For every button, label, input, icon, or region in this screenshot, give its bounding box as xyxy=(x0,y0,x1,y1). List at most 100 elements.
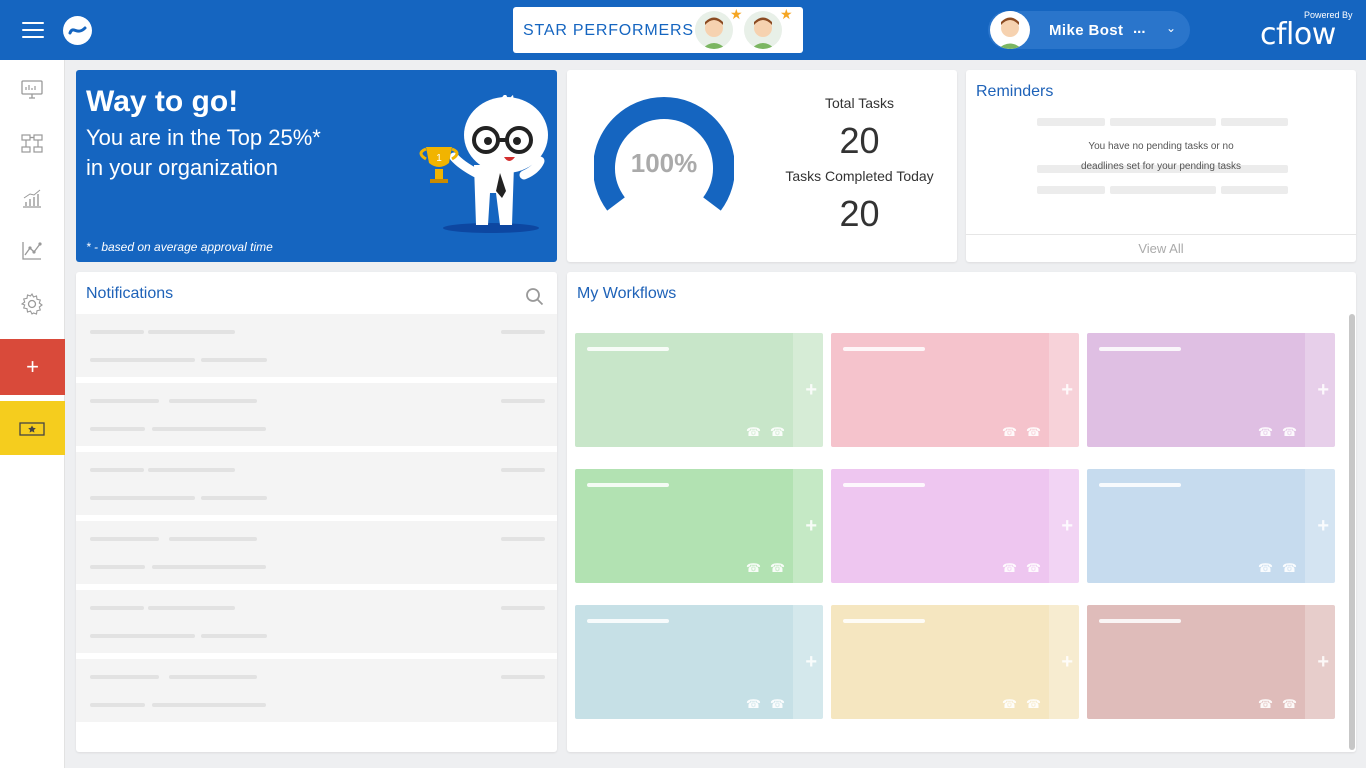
add-request-icon[interactable]: + xyxy=(805,379,817,402)
workflow-icon[interactable] xyxy=(20,132,44,156)
user-menu[interactable]: Mike Bost ... ⌄ xyxy=(988,11,1190,49)
skeleton-line xyxy=(148,468,235,472)
analytics-icon[interactable] xyxy=(20,238,44,262)
scrollbar[interactable] xyxy=(1349,314,1355,750)
add-request-icon[interactable]: + xyxy=(1061,515,1073,538)
reminders-empty-line2: deadlines set for your pending tasks xyxy=(1080,161,1242,172)
star-performers-widget[interactable]: STAR PERFORMERS ★ ★ xyxy=(513,7,803,53)
promo-card: Way to go! You are in the Top 25%* in yo… xyxy=(76,70,557,262)
phone-icon: ☎ xyxy=(770,697,785,711)
notification-item[interactable] xyxy=(76,521,557,584)
tasks-completed-value: 20 xyxy=(839,193,880,234)
workflow-tile[interactable]: + ☎ ☎ xyxy=(1087,333,1335,447)
star-performers-button[interactable] xyxy=(0,401,65,455)
notification-item[interactable] xyxy=(76,590,557,653)
notification-item[interactable] xyxy=(76,314,557,377)
tile-title-placeholder xyxy=(843,347,925,351)
skeleton-line xyxy=(1110,186,1216,194)
star-performer-avatar[interactable] xyxy=(695,11,733,49)
app-logo-icon[interactable] xyxy=(63,16,92,45)
chevron-down-icon[interactable]: ⌄ xyxy=(1166,21,1176,35)
skeleton-line xyxy=(1037,118,1105,126)
skeleton-line xyxy=(152,565,266,569)
workflow-tile[interactable]: + ☎ ☎ xyxy=(831,333,1079,447)
notification-item[interactable] xyxy=(76,659,557,722)
skeleton-line xyxy=(90,330,144,334)
skeleton-line xyxy=(90,399,159,403)
skeleton-line xyxy=(501,606,545,610)
total-tasks-value: 20 xyxy=(839,120,880,161)
phone-icon: ☎ xyxy=(1258,697,1273,711)
skeleton-line xyxy=(169,399,257,403)
workflow-tile[interactable]: + ☎ ☎ xyxy=(831,469,1079,583)
user-name: Mike Bost xyxy=(1049,22,1124,39)
workflow-tile[interactable]: + ☎ ☎ xyxy=(831,605,1079,719)
phone-icon: ☎ xyxy=(746,425,761,439)
search-icon[interactable] xyxy=(524,286,546,308)
add-button[interactable]: + xyxy=(0,339,65,395)
top-bar: STAR PERFORMERS ★ ★ Mike Bost ... ⌄ Powe… xyxy=(0,0,1366,60)
skeleton-line xyxy=(1110,118,1216,126)
skeleton-line xyxy=(501,330,545,334)
dashboard-icon[interactable] xyxy=(20,77,44,101)
svg-text:1: 1 xyxy=(436,153,442,164)
reminders-empty-line1: You have no pending tasks or no xyxy=(1088,141,1234,152)
skeleton-line xyxy=(90,565,145,569)
skeleton-line xyxy=(152,427,266,431)
reminders-card: Reminders You have no pending tasks or n… xyxy=(966,70,1356,262)
phone-icon: ☎ xyxy=(1026,425,1041,439)
tile-title-placeholder xyxy=(1099,619,1181,623)
brand-logo: cflow xyxy=(1260,17,1336,52)
skeleton-line xyxy=(90,606,144,610)
my-workflows-title: My Workflows xyxy=(577,285,677,302)
add-request-icon[interactable]: + xyxy=(1061,651,1073,674)
view-all-link[interactable]: View All xyxy=(966,234,1356,262)
notification-item[interactable] xyxy=(76,452,557,515)
tile-title-placeholder xyxy=(843,483,925,487)
notification-item[interactable] xyxy=(76,383,557,446)
star-performer-avatar[interactable] xyxy=(744,11,782,49)
menu-icon[interactable] xyxy=(22,22,44,38)
reminders-title: Reminders xyxy=(976,83,1054,100)
promo-org-text: in your organization xyxy=(86,155,279,180)
workflow-tile[interactable]: + ☎ ☎ xyxy=(575,605,823,719)
phone-icon: ☎ xyxy=(1282,561,1297,575)
skeleton-line xyxy=(90,634,195,638)
total-tasks-label: Total Tasks xyxy=(825,95,894,111)
add-request-icon[interactable]: + xyxy=(1317,651,1329,674)
phone-icon: ☎ xyxy=(1026,697,1041,711)
skeleton-line xyxy=(152,703,266,707)
skeleton-line xyxy=(90,427,145,431)
phone-icon: ☎ xyxy=(1282,425,1297,439)
skeleton-line xyxy=(169,537,257,541)
notifications-card: Notifications xyxy=(76,272,557,752)
promo-footnote: * - based on average approval time xyxy=(86,240,273,254)
add-request-icon[interactable]: + xyxy=(805,651,817,674)
my-workflows-card: My Workflows + ☎ ☎ + ☎ ☎ + ☎ ☎ + ☎ ☎ + ☎ ☎ + ☎ ☎ + ☎ ☎ + ☎ ☎ + ☎ ☎ xyxy=(567,272,1356,752)
add-request-icon[interactable]: + xyxy=(1061,379,1073,402)
reports-icon[interactable] xyxy=(20,186,44,210)
add-request-icon[interactable]: + xyxy=(1317,515,1329,538)
star-icon: ★ xyxy=(730,6,743,22)
workflow-tile[interactable]: + ☎ ☎ xyxy=(1087,605,1335,719)
workflow-tile[interactable]: + ☎ ☎ xyxy=(575,469,823,583)
skeleton-line xyxy=(1037,186,1105,194)
add-request-icon[interactable]: + xyxy=(1317,379,1329,402)
skeleton-line xyxy=(501,537,545,541)
skeleton-line xyxy=(90,358,195,362)
notifications-title: Notifications xyxy=(86,285,174,302)
add-request-icon[interactable]: + xyxy=(805,515,817,538)
skeleton-line xyxy=(501,675,545,679)
workflow-tile[interactable]: + ☎ ☎ xyxy=(575,333,823,447)
tile-title-placeholder xyxy=(587,483,669,487)
skeleton-line xyxy=(201,358,267,362)
workflow-tile[interactable]: + ☎ ☎ xyxy=(1087,469,1335,583)
skeleton-line xyxy=(90,703,145,707)
skeleton-line xyxy=(90,675,159,679)
mascot-illustration: 1 xyxy=(419,95,548,233)
skeleton-line xyxy=(1221,186,1288,194)
phone-icon: ☎ xyxy=(1026,561,1041,575)
tile-title-placeholder xyxy=(587,619,669,623)
sidebar: + xyxy=(0,60,65,768)
settings-icon[interactable] xyxy=(20,292,44,316)
